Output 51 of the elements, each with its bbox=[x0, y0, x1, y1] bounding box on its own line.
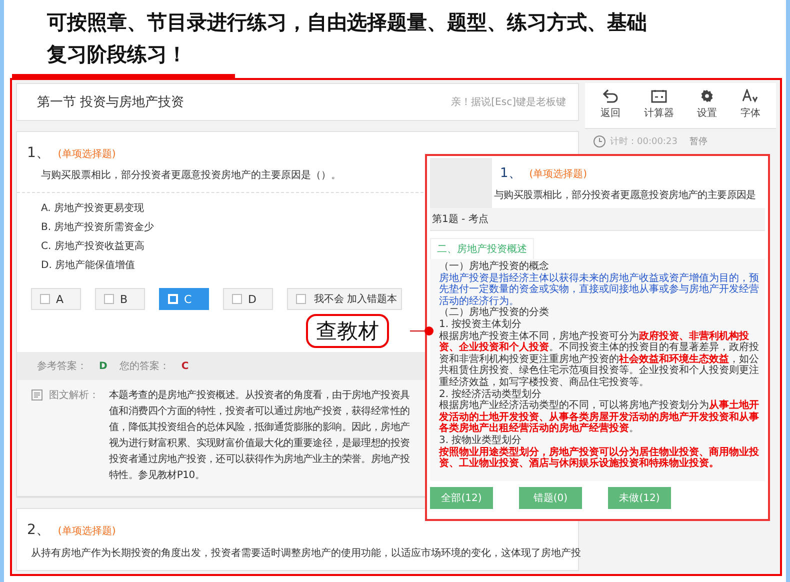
your-answer: C bbox=[181, 360, 189, 372]
toolbar-button[interactable]: 设置 bbox=[697, 89, 718, 120]
answer-option: D. 房地产能保值增值 bbox=[41, 258, 136, 272]
textbook-paragraph: 1. 按投资主体划分 bbox=[439, 318, 523, 330]
reference-label: 参考答案： bbox=[37, 360, 87, 373]
textbook-paragraph: 根据房地产投资主体不同，房地产投资可分为政府投资、非营利机构投资、企业投资和个人投资。不同投资主体的投资目的有显著差异，政府投资和非营利机构投资更注重房地产投资的社会效益和环境生态效益，如公共租赁住房投资、绿色住宅示范项目投资等。企业投资和个人投资则更注重经济效益，如写字楼投资、商品住宅投资等。 bbox=[439, 330, 760, 388]
question-type: (单项选择题) bbox=[58, 148, 116, 161]
clock-icon bbox=[593, 135, 606, 148]
textbook-paragraph: 根据房地产业经济活动类型的不同，可以将房地产投资划分为从事土地开发活动的土地开发投资、从事各类房屋开发活动的房地产开发投资和从事各类房地产出租经营活动的房地产经营投资。 bbox=[439, 400, 760, 434]
toolbar-button[interactable]: 返回 bbox=[600, 89, 621, 120]
textbook-paragraph: 2. 按经济活动类型划分 bbox=[439, 388, 542, 400]
your-answer-label: 您的答案： bbox=[119, 360, 170, 373]
explanation-line: 值和消费四个方面的特性，投资者可以通过房地产投资，获得经常性的 bbox=[109, 404, 410, 419]
explanation-line: 视为进行财富积累、实现财富价值最大化的重要途径，是最理想的投资 bbox=[109, 436, 410, 451]
textbook-paragraph: （二）房地产投资的分类 bbox=[439, 307, 550, 318]
headline: 可按照章、节目录进行练习，自由选择题量、题型、练习方式、基础复习阶段练习！ bbox=[47, 9, 648, 68]
toolbar-button[interactable]: 计算器 bbox=[644, 89, 674, 120]
font-size-icon bbox=[742, 89, 758, 103]
answer-button[interactable]: A bbox=[31, 288, 81, 310]
answer-button[interactable]: B bbox=[95, 288, 145, 310]
answer-option: A. 房地产投资更易变现 bbox=[41, 201, 144, 215]
wrong-book-button[interactable]: 我不会 加入错题本 bbox=[287, 288, 402, 310]
textbook-paragraph: 3. 按物业类型划分 bbox=[439, 434, 523, 446]
answer-option: B. 房地产投资所需资金少 bbox=[41, 220, 154, 234]
explanation-line: 值，降低其投资组合的总体风险，抵御通货膨胀的影响。因此，房地产 bbox=[109, 420, 410, 435]
settings-icon bbox=[699, 89, 716, 103]
note-icon bbox=[31, 389, 45, 401]
back-icon bbox=[602, 89, 619, 103]
timer-text: 计时：00:00:23 bbox=[610, 136, 678, 148]
leader-line bbox=[410, 326, 434, 336]
explanation-line: 投资者通过房地产投资，还可以获得作为房地产业主的荣誉。房地产投 bbox=[109, 452, 410, 467]
toolbar-button[interactable]: 字体 bbox=[740, 89, 760, 120]
section-title: 第一节 投资与房地产技资 bbox=[37, 94, 184, 111]
textbook-paragraph: 按照物业用途类型划分，房地产投资可以分为居住物业投资、商用物业投资、工业物业投资、酒店与休闲娱乐设施投资和特殊物业投资。 bbox=[439, 446, 760, 470]
explanation-line: 特性。参见教材P10。 bbox=[109, 468, 206, 483]
explanation-line: 本题考查的是房地产投资概述。从投资者的角度看，由于房地产投资具 bbox=[109, 388, 410, 403]
question-number: 1、 bbox=[27, 144, 50, 162]
reference-answer: D bbox=[99, 360, 108, 372]
textbook-paragraph: （一）房地产投资的概念 bbox=[439, 261, 550, 272]
hint-text: 亲！据说[Esc]键是老板键 bbox=[451, 96, 566, 109]
question-text: 从持有房地产作为长期投资的角度出发，投资者需要适时调整房地产的使用功能，以适应市场环境的变化，这体现了房地产投 bbox=[30, 546, 582, 561]
answer-button[interactable]: D bbox=[223, 288, 273, 310]
calculator-icon bbox=[650, 89, 667, 103]
textbook-paragraph: 房地产投资是指经济主体以获得未来的房地产收益或资产增值为目的，预先垫付一定数量的资金或实物，直接或间接地从事或参与房地产开发经营活动的经济行为。 bbox=[439, 272, 760, 307]
question-type: (单项选择题) bbox=[58, 524, 116, 538]
question-number: 1、 bbox=[500, 165, 522, 182]
point-title: 第1题 - 考点 bbox=[432, 214, 488, 225]
question-number: 2、 bbox=[27, 521, 50, 539]
explanation-label: 图文解析： bbox=[49, 388, 99, 402]
answer-option: C. 房地产投资收益更高 bbox=[41, 239, 144, 253]
callout-label: 查教材 bbox=[306, 314, 389, 348]
